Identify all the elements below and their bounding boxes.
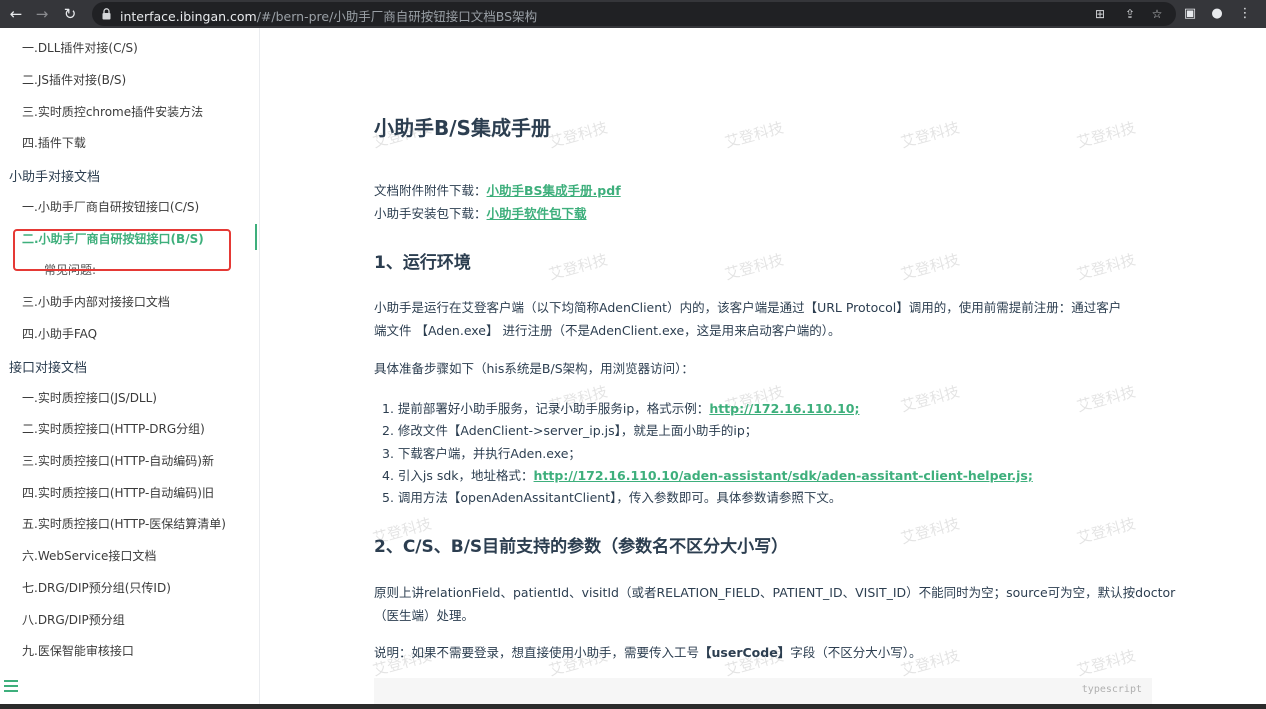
params-paragraph-line-1: 原则上讲relationField、patientId、visitId（或者RE… <box>374 585 1176 600</box>
watermark: 艾登科技 <box>722 250 786 284</box>
profile-icon[interactable]: ● <box>1208 5 1226 23</box>
browser-toolbar: ← → ↻ interface.ibingan.com/#/bern-pre/小… <box>0 0 1266 28</box>
sidebar-item-plugin-download[interactable]: 四.插件下载 <box>22 134 86 151</box>
sdk-url-link[interactable]: http://172.16.110.10/aden-assistant/sdk/… <box>534 468 1033 483</box>
note-paragraph: 说明：如果不需要登录，想直接使用小助手，需要传入工号【userCode】字段（不… <box>374 645 922 660</box>
sidebar-item-chrome-plugin-install[interactable]: 三.实时质控chrome插件安装方法 <box>22 103 203 120</box>
sidebar-item-qc-http-insurance[interactable]: 五.实时质控接口(HTTP-医保结算清单) <box>22 515 226 532</box>
watermark: 艾登科技 <box>1074 118 1138 152</box>
watermark: 艾登科技 <box>546 250 610 284</box>
sidebar-section-assistant-docs[interactable]: 小助手对接文档 <box>9 166 100 185</box>
side-panel-icon[interactable]: ▣ <box>1181 5 1199 23</box>
download-package-link[interactable]: 小助手软件包下载 <box>487 206 587 221</box>
sidebar-item-qc-http-autocode-old[interactable]: 四.实时质控接口(HTTP-自动编码)旧 <box>22 484 214 501</box>
watermark: 艾登科技 <box>546 118 610 152</box>
watermark: 艾登科技 <box>898 250 962 284</box>
runtime-paragraph-line-2: 端文件 【Aden.exe】 进行注册（不是AdenClient.exe，这是用… <box>374 323 841 338</box>
list-item: 1. 提前部署好小助手服务，记录小助手服务ip，格式示例：http://172.… <box>382 401 860 416</box>
steps-intro: 具体准备步骤如下（his系统是B/S架构，用浏览器访问）： <box>374 361 694 376</box>
server-ip-link[interactable]: http://172.16.110.10; <box>709 401 859 416</box>
list-item: 3. 下载客户端，并执行Aden.exe； <box>382 446 581 461</box>
watermark: 艾登科技 <box>1074 514 1138 548</box>
translate-icon[interactable]: ⊞ <box>1092 6 1108 22</box>
forward-arrow-icon[interactable]: → <box>32 4 52 24</box>
sidebar-item-dll-plugin[interactable]: 一.DLL插件对接(C/S) <box>22 39 138 56</box>
download-package-line: 小助手安装包下载：小助手软件包下载 <box>374 206 587 221</box>
watermark: 艾登科技 <box>898 382 962 416</box>
sidebar-item-assistant-faq[interactable]: 四.小助手FAQ <box>22 325 97 342</box>
runtime-paragraph-line-1: 小助手是运行在艾登客户端（以下均简称AdenClient）内的，该客户端是通过【… <box>374 300 1122 315</box>
watermark: 艾登科技 <box>722 118 786 152</box>
watermark: 艾登科技 <box>898 514 962 548</box>
sidebar-item-webservice[interactable]: 六.WebService接口文档 <box>22 547 156 564</box>
sidebar-section-interface-docs[interactable]: 接口对接文档 <box>9 357 87 376</box>
list-item: 5. 调用方法【openAdenAssitantClient】，传入参数即可。具… <box>382 490 842 505</box>
code-language-label: typescript <box>1081 684 1142 695</box>
address-bar[interactable]: interface.ibingan.com/#/bern-pre/小助手厂商自研… <box>92 2 1176 26</box>
menu-hamburger-icon[interactable] <box>4 680 20 692</box>
browser-menu-icon[interactable]: ⋮ <box>1236 5 1254 23</box>
list-item: 2. 修改文件【AdenClient->server_ip.js】，就是上面小助… <box>382 423 758 438</box>
share-icon[interactable]: ⇪ <box>1122 6 1138 22</box>
sidebar-item-qc-js-dll[interactable]: 一.实时质控接口(JS/DLL) <box>22 389 157 406</box>
active-indicator <box>255 224 257 250</box>
params-paragraph-line-2: （医生端）处理。 <box>374 608 475 623</box>
lock-icon <box>102 8 111 20</box>
sidebar-item-qc-http-drg[interactable]: 二.实时质控接口(HTTP-DRG分组) <box>22 420 205 437</box>
section-heading-params: 2、C/S、B/S目前支持的参数（参数名不区分大小写） <box>374 537 789 557</box>
sidebar-item-qc-http-autocode-new[interactable]: 三.实时质控接口(HTTP-自动编码)新 <box>22 452 214 469</box>
sidebar-item-insurance-audit[interactable]: 九.医保智能审核接口 <box>22 642 134 659</box>
watermark: 艾登科技 <box>1074 250 1138 284</box>
annotation-highlight-box <box>13 229 231 271</box>
bottom-edge <box>0 704 1266 709</box>
bookmark-star-icon[interactable]: ☆ <box>1149 6 1165 22</box>
main-content: 艾登科技 艾登科技 艾登科技 艾登科技 艾登科技 艾登科技 艾登科技 艾登科技 … <box>260 28 1266 709</box>
sidebar: 一.DLL插件对接(C/S) 二.JS插件对接(B/S) 三.实时质控chrom… <box>0 28 260 709</box>
list-item: 4. 引入js sdk，地址格式：http://172.16.110.10/ad… <box>382 468 1033 483</box>
sidebar-item-js-plugin[interactable]: 二.JS插件对接(B/S) <box>22 71 126 88</box>
watermark: 艾登科技 <box>1074 646 1138 680</box>
back-arrow-icon[interactable]: ← <box>6 4 26 24</box>
url-text: interface.ibingan.com/#/bern-pre/小助手厂商自研… <box>120 9 538 24</box>
section-heading-runtime: 1、运行环境 <box>374 253 471 273</box>
watermark: 艾登科技 <box>898 118 962 152</box>
sidebar-item-drg-dip-id[interactable]: 七.DRG/DIP预分组(只传ID) <box>22 579 171 596</box>
sidebar-item-drg-dip[interactable]: 八.DRG/DIP预分组 <box>22 611 125 628</box>
reload-icon[interactable]: ↻ <box>60 4 80 24</box>
page-title: 小助手B/S集成手册 <box>374 116 551 140</box>
download-doc-line: 文档附件附件下载：小助手BS集成手册.pdf <box>374 183 621 198</box>
watermark: 艾登科技 <box>1074 382 1138 416</box>
sidebar-item-assistant-cs[interactable]: 一.小助手厂商自研按钮接口(C/S) <box>22 198 199 215</box>
sidebar-item-assistant-internal[interactable]: 三.小助手内部对接接口文档 <box>22 293 170 310</box>
download-pdf-link[interactable]: 小助手BS集成手册.pdf <box>487 183 621 198</box>
